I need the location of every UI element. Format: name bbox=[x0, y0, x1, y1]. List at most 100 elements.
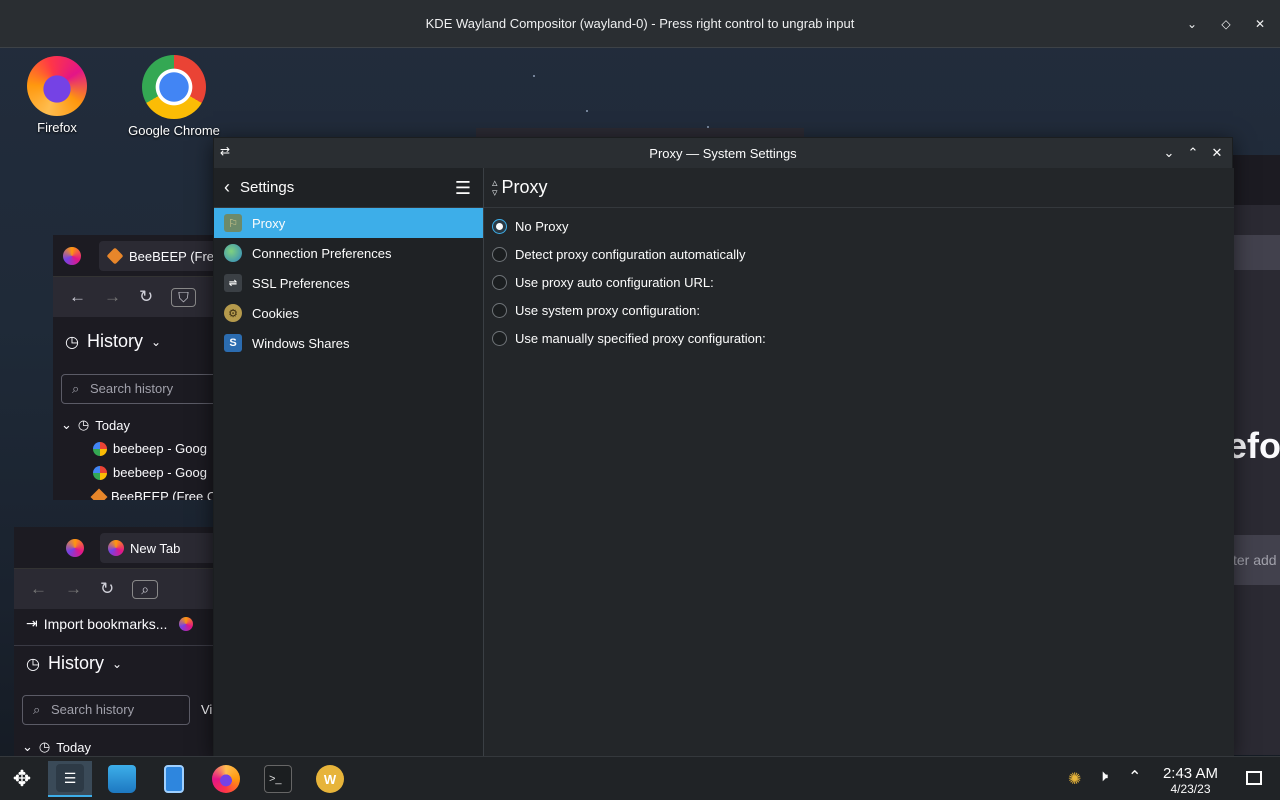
search-icon[interactable]: ⌕ bbox=[132, 579, 159, 599]
list-item[interactable]: beebeep - Goog bbox=[93, 465, 207, 480]
taskbar-file-manager[interactable] bbox=[152, 761, 196, 797]
search-placeholder: Search history bbox=[51, 702, 135, 717]
tab-new-tab[interactable]: New Tab bbox=[100, 533, 213, 563]
radio-button[interactable] bbox=[492, 302, 507, 318]
radio-button[interactable] bbox=[492, 274, 507, 290]
back-icon[interactable]: ‹ bbox=[224, 177, 230, 198]
back-icon[interactable]: ← bbox=[69, 287, 86, 307]
page-title: Proxy bbox=[501, 177, 548, 197]
minimize-icon[interactable]: ⌄ bbox=[1160, 143, 1178, 163]
window-title: Proxy — System Settings bbox=[649, 145, 797, 161]
shopping-bag-icon bbox=[108, 765, 136, 793]
ssl-icon: ⇌ bbox=[224, 274, 242, 292]
address-placeholder: ter add bbox=[1233, 552, 1277, 568]
firefox-window-3[interactable]: efox ter add bbox=[1227, 155, 1280, 755]
firefox-icon[interactable] bbox=[179, 616, 194, 631]
desktop-icon-firefox[interactable]: Firefox bbox=[7, 56, 107, 135]
close-icon[interactable]: ✕ bbox=[1250, 14, 1270, 34]
settings-content: ▵ ▿ Proxy No Proxy Detect proxy configura… bbox=[484, 168, 1234, 757]
forward-icon[interactable]: → bbox=[65, 579, 82, 599]
history-header[interactable]: ◷ History ⌄ bbox=[26, 653, 122, 674]
settings-window[interactable]: ⇄ Proxy — System Settings ⌄ ⌃ ✕ ‹ Settin… bbox=[213, 137, 1234, 757]
desktop-icon-chrome[interactable]: Google Chrome bbox=[124, 55, 224, 138]
taskbar-discover[interactable] bbox=[100, 761, 144, 797]
view-button[interactable]: Vi bbox=[201, 702, 212, 717]
tab-label: BeeBEEP (Fre bbox=[129, 248, 213, 264]
history-group[interactable]: ⌄ ◷ Today bbox=[61, 417, 130, 433]
search-input[interactable]: Search history bbox=[22, 695, 190, 725]
desktop-icon-label: Google Chrome bbox=[128, 123, 220, 138]
list-item-label: beebeep - Goog bbox=[113, 441, 207, 456]
settings-titlebar[interactable]: ⇄ Proxy — System Settings ⌄ ⌃ ✕ bbox=[214, 138, 1232, 168]
firefox-wordmark: efox bbox=[1227, 425, 1280, 466]
clock[interactable]: 2:43 AM 4/23/23 bbox=[1163, 765, 1218, 796]
sidebar-item-cookies[interactable]: ⚙ Cookies bbox=[214, 298, 483, 328]
bee-tray-icon[interactable]: ✺ bbox=[1068, 769, 1081, 789]
firefox-icon bbox=[108, 540, 124, 556]
option-system-proxy[interactable]: Use system proxy configuration: bbox=[484, 296, 1234, 324]
sidebar-item-proxy[interactable]: ⚐ Proxy bbox=[214, 208, 483, 238]
window-menu-icon[interactable]: ⇄ bbox=[220, 144, 230, 158]
diamond-icon[interactable]: ◇ bbox=[1216, 14, 1236, 34]
taskbar-firefox[interactable] bbox=[204, 761, 248, 797]
taskbar-konsole[interactable]: >_ bbox=[256, 761, 300, 797]
option-manual-proxy[interactable]: Use manually specified proxy configurati… bbox=[484, 324, 1234, 352]
sidebar-item-label: Proxy bbox=[252, 215, 286, 231]
clock-icon: ◷ bbox=[26, 655, 40, 673]
google-icon bbox=[93, 465, 107, 480]
app-launcher-icon: ✥ bbox=[12, 766, 32, 791]
search-input[interactable]: Search history bbox=[61, 374, 213, 404]
option-auto-config-url[interactable]: Use proxy auto configuration URL: bbox=[484, 268, 1234, 296]
close-icon[interactable]: ✕ bbox=[1208, 143, 1226, 163]
forward-icon[interactable]: → bbox=[104, 287, 121, 307]
show-desktop-icon[interactable] bbox=[1246, 771, 1262, 785]
sidebar-title: History bbox=[86, 331, 143, 351]
sidebar-item-windows-shares[interactable]: S Windows Shares bbox=[214, 328, 483, 358]
firefox-window-2[interactable]: New Tab ← → ↻ ⌕ ⇥ Import bookmarks... ◷ … bbox=[14, 527, 213, 756]
history-group[interactable]: ⌄ ◷ Today bbox=[22, 739, 91, 755]
sidebar-item-ssl-preferences[interactable]: ⇌ SSL Preferences bbox=[214, 268, 483, 298]
radio-button[interactable] bbox=[492, 246, 507, 262]
sidebar-item-label: Cookies bbox=[252, 305, 299, 321]
taskbar-system-settings[interactable]: ☰ bbox=[48, 761, 92, 797]
sort-arrows-icon: ▵ ▿ bbox=[492, 176, 498, 199]
volume-muted-icon[interactable]: 🕨 bbox=[1098, 768, 1108, 786]
beebeep-icon bbox=[90, 488, 108, 500]
firefox-window-1[interactable]: BeeBEEP (Fre ← → ↻ ⛉ ◷ History ⌄ Search … bbox=[53, 235, 213, 500]
chevron-down-icon[interactable]: ⌄ bbox=[1182, 14, 1202, 34]
clock-date: 4/23/23 bbox=[1170, 782, 1211, 796]
address-input[interactable]: ter add bbox=[1233, 535, 1280, 585]
list-item[interactable]: BeeBEEP (Free C bbox=[90, 488, 213, 500]
reload-icon[interactable]: ↻ bbox=[139, 287, 153, 307]
firefox-icon[interactable] bbox=[63, 247, 81, 265]
shares-icon: S bbox=[224, 334, 242, 352]
beebeep-icon bbox=[106, 247, 124, 265]
settings-sliders-icon: ☰ bbox=[56, 764, 84, 792]
option-label: Use proxy auto configuration URL: bbox=[515, 274, 714, 290]
import-icon: ⇥ bbox=[26, 615, 38, 631]
taskbar-beebeep[interactable]: W bbox=[308, 761, 352, 797]
radio-button[interactable] bbox=[492, 218, 507, 234]
maximize-icon[interactable]: ⌃ bbox=[1184, 143, 1202, 163]
reload-icon[interactable]: ↻ bbox=[100, 579, 114, 599]
shield-icon[interactable]: ⛉ bbox=[171, 287, 196, 307]
chevron-up-icon[interactable]: ⌃ bbox=[1128, 767, 1141, 787]
history-header[interactable]: ◷ History ⌄ bbox=[65, 331, 161, 352]
bookmark-import[interactable]: ⇥ Import bookmarks... bbox=[26, 615, 194, 632]
cookie-icon: ⚙ bbox=[224, 304, 242, 322]
sidebar-item-connection-preferences[interactable]: Connection Preferences bbox=[214, 238, 483, 268]
list-item[interactable]: beebeep - Goog bbox=[93, 441, 207, 456]
chevron-down-icon: ⌄ bbox=[111, 656, 123, 671]
back-icon[interactable]: ← bbox=[30, 579, 47, 599]
option-detect-automatically[interactable]: Detect proxy configuration automatically bbox=[484, 240, 1234, 268]
radio-button[interactable] bbox=[492, 330, 507, 346]
tab-beebeep[interactable]: BeeBEEP (Fre bbox=[99, 241, 213, 271]
google-icon bbox=[93, 441, 107, 456]
compositor-title: KDE Wayland Compositor (wayland-0) - Pre… bbox=[425, 16, 855, 31]
app-launcher-button[interactable]: ✥ bbox=[0, 761, 44, 797]
firefox-icon[interactable] bbox=[66, 539, 84, 557]
hamburger-menu-icon[interactable]: ☰ bbox=[455, 178, 471, 199]
option-no-proxy[interactable]: No Proxy bbox=[484, 212, 1234, 240]
sidebar-item-label: Windows Shares bbox=[252, 335, 350, 351]
list-item-label: beebeep - Goog bbox=[113, 465, 207, 480]
